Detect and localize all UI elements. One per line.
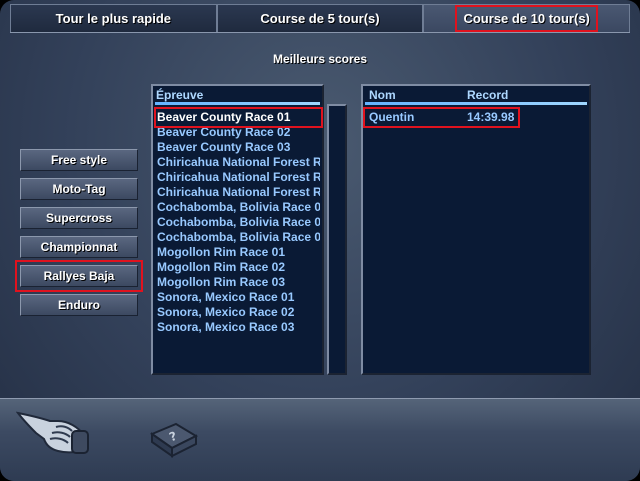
score-name: Quentin (369, 110, 415, 124)
list-item[interactable]: Beaver County Race 03 (157, 140, 320, 155)
tab-10-laps[interactable]: Course de 10 tour(s) (423, 4, 631, 32)
scores-header: Nom Record (366, 88, 586, 102)
events-header: Épreuve (156, 88, 204, 102)
tab-bar: Tour le plus rapide Course de 5 tour(s) … (10, 4, 631, 32)
events-panel: Épreuve Beaver County Race 01 Beaver Cou… (151, 84, 324, 375)
name-column-header: Nom (369, 88, 396, 102)
list-item[interactable]: Chiricahua National Forest R (157, 170, 320, 185)
list-item[interactable]: Sonora, Mexico Race 01 (157, 290, 320, 305)
list-item[interactable]: Beaver County Race 02 (157, 125, 320, 140)
score-record: 14:39.98 (467, 110, 515, 124)
mode-label: Moto-Tag (52, 182, 106, 196)
mode-label: Rallyes Baja (43, 269, 115, 283)
mode-button-enduro[interactable]: Enduro (20, 294, 138, 316)
mode-label: Championnat (40, 240, 118, 254)
scores-panel: Nom Record Quentin 14:39.98 (361, 84, 591, 375)
main-window: Tour le plus rapide Course de 5 tour(s) … (0, 0, 640, 481)
record-column-header: Record (467, 88, 509, 102)
scores-header-line (365, 102, 587, 105)
list-item[interactable]: Cochabomba, Bolivia Race 0 (157, 200, 320, 215)
list-item[interactable]: Chiricahua National Forest R (157, 185, 320, 200)
mode-button-championnat[interactable]: Championnat (20, 236, 138, 258)
tab-divider (10, 32, 630, 33)
events-header-line (155, 102, 320, 105)
mode-label: Free style (50, 153, 108, 167)
events-scrollbar[interactable] (327, 104, 347, 375)
list-item[interactable]: Sonora, Mexico Race 02 (157, 305, 320, 320)
help-book-icon[interactable]: ? (148, 418, 200, 458)
mode-button-rallyes-baja[interactable]: Rallyes Baja (15, 260, 143, 292)
list-item[interactable]: Sonora, Mexico Race 03 (157, 320, 320, 335)
tab-fastest-lap-label: Tour le plus rapide (55, 11, 171, 26)
mode-button-supercross[interactable]: Supercross (20, 207, 138, 229)
list-item[interactable]: Cochabomba, Bolivia Race 0 (157, 215, 320, 230)
list-item[interactable]: Chiricahua National Forest R (157, 155, 320, 170)
list-item[interactable]: Mogollon Rim Race 03 (157, 275, 320, 290)
pointing-hand-icon[interactable] (15, 405, 92, 457)
mode-label: Enduro (58, 298, 100, 312)
events-list: Beaver County Race 01 Beaver County Race… (157, 110, 320, 335)
tab-10-laps-label: Course de 10 tour(s) (455, 5, 598, 32)
list-item[interactable]: Beaver County Race 01 (157, 110, 320, 125)
mode-button-moto-tag[interactable]: Moto-Tag (20, 178, 138, 200)
table-row[interactable]: Quentin 14:39.98 (367, 110, 585, 125)
bottom-toolbar (0, 398, 640, 481)
section-title: Meilleurs scores (272, 52, 368, 66)
list-item[interactable]: Mogollon Rim Race 01 (157, 245, 320, 260)
list-item[interactable]: Mogollon Rim Race 02 (157, 260, 320, 275)
tab-5-laps[interactable]: Course de 5 tour(s) (216, 4, 424, 32)
mode-label: Supercross (45, 211, 113, 225)
mode-button-free-style[interactable]: Free style (20, 149, 138, 171)
tab-fastest-lap[interactable]: Tour le plus rapide (10, 4, 217, 32)
tab-5-laps-label: Course de 5 tour(s) (260, 11, 380, 26)
list-item[interactable]: Cochabomba, Bolivia Race 0 (157, 230, 320, 245)
